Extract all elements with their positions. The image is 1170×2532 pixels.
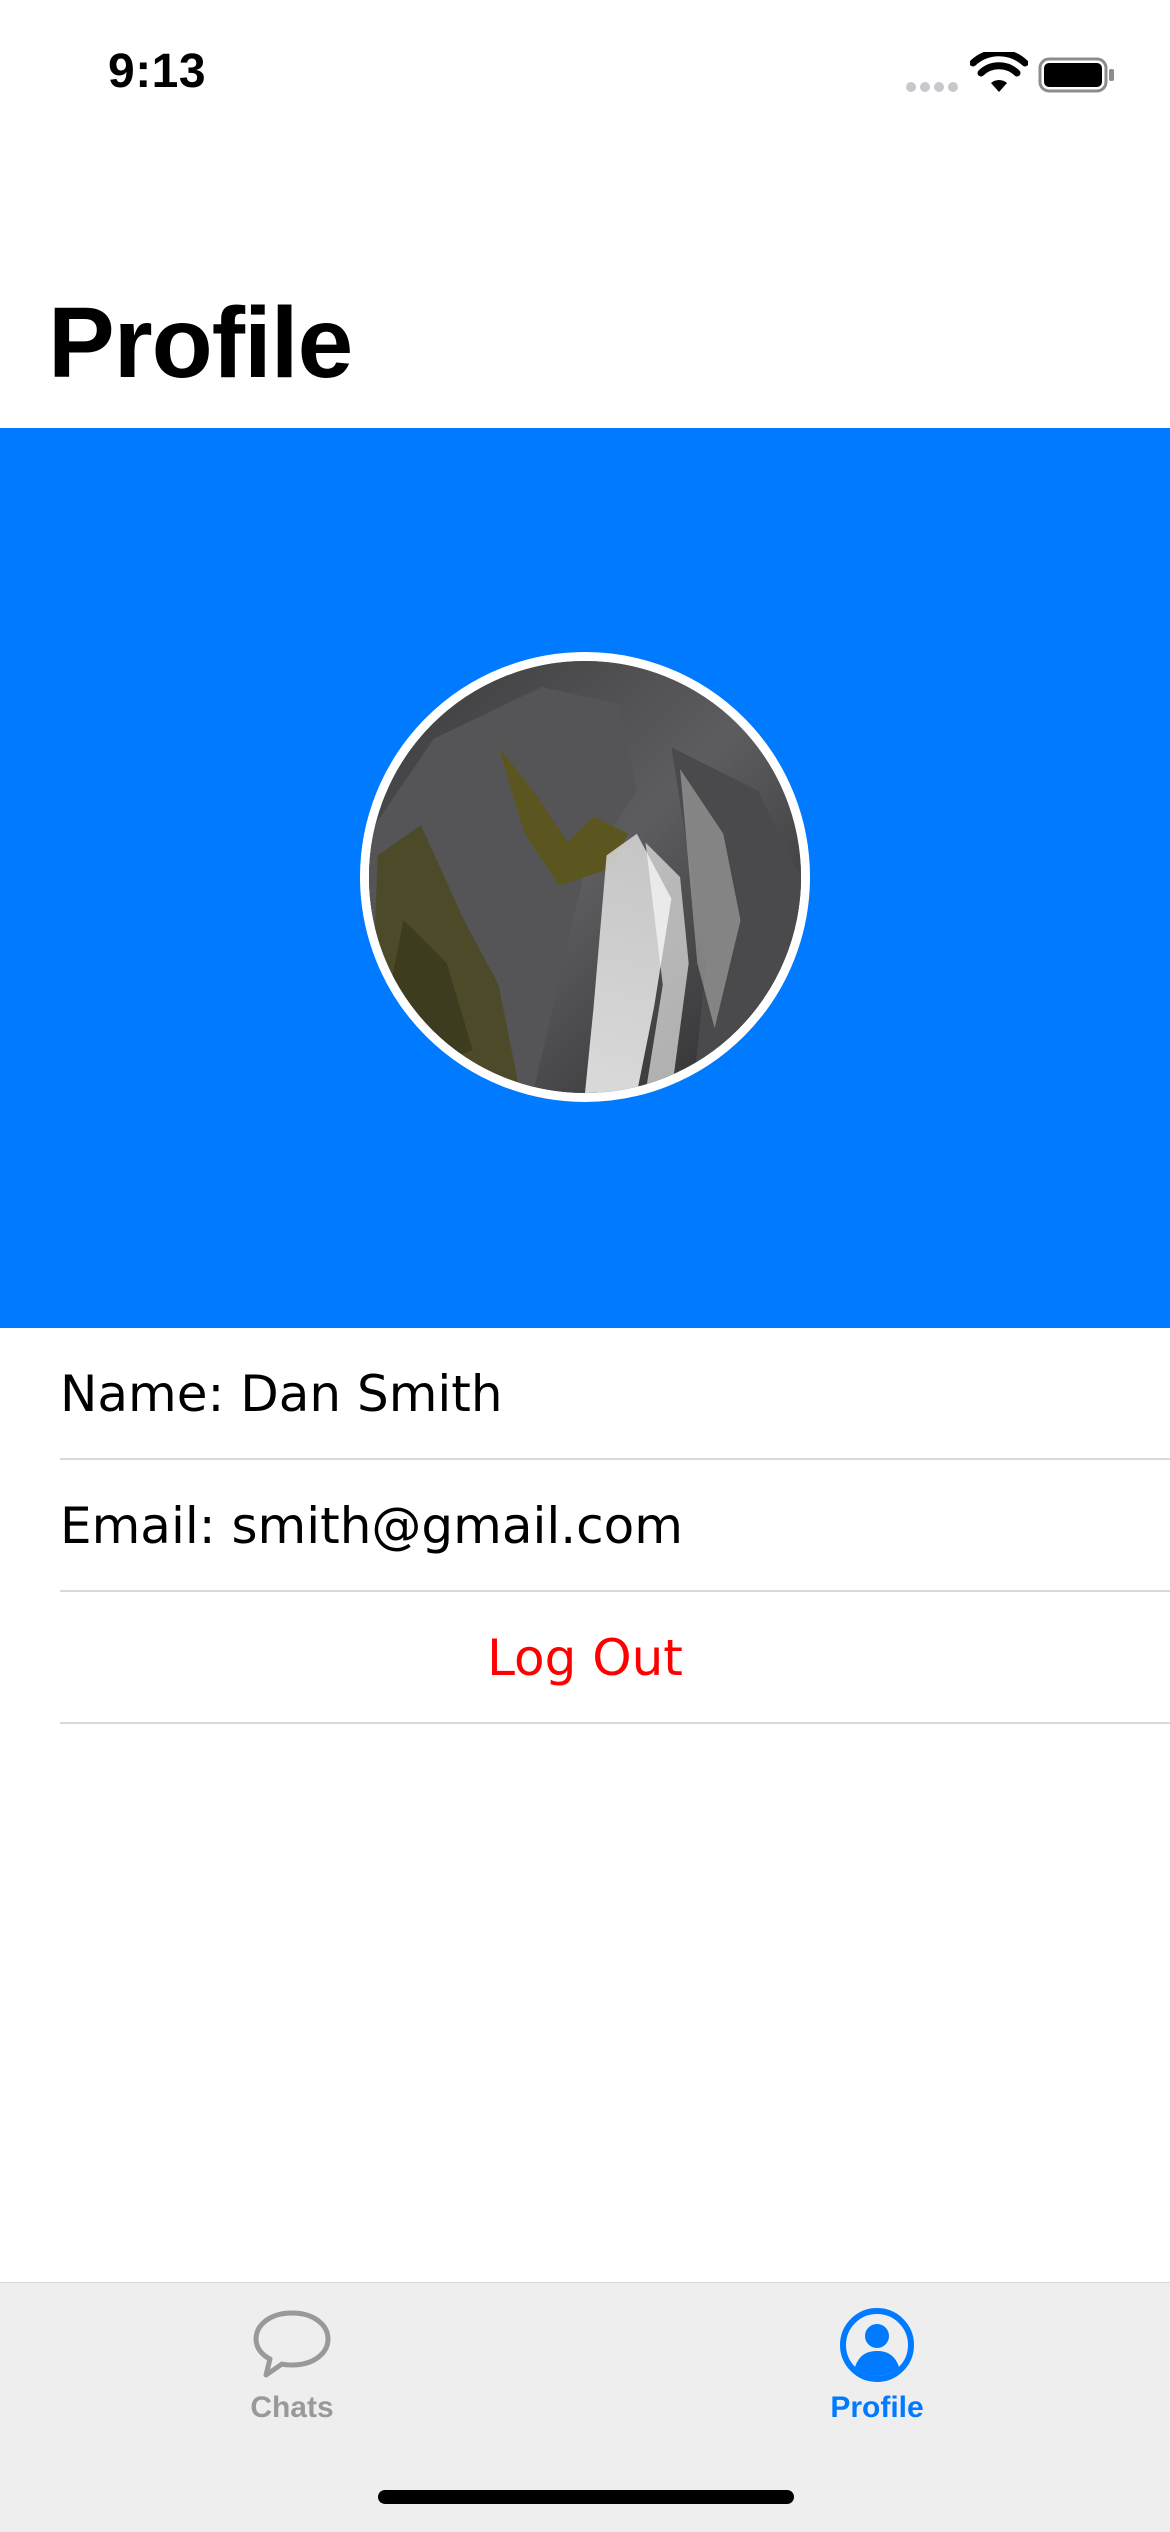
status-bar: 9:13 — [0, 0, 1170, 140]
home-indicator — [378, 2490, 794, 2504]
logout-label: Log Out — [487, 1629, 683, 1687]
status-time: 9:13 — [108, 45, 207, 98]
email-row: Email: smith@gmail.com — [0, 1460, 1170, 1592]
page-title: Profile — [48, 287, 353, 399]
tab-profile[interactable]: Profile — [727, 2303, 1027, 2433]
name-text: Name: Dan Smith — [60, 1365, 503, 1423]
logout-button[interactable]: Log Out — [0, 1592, 1170, 1724]
email-text: Email: smith@gmail.com — [60, 1497, 683, 1555]
chat-bubble-icon — [253, 2310, 331, 2378]
tab-chats-label: Chats — [250, 2391, 334, 2424]
profile-info-list: Name: Dan Smith Email: smith@gmail.com L… — [0, 1328, 1170, 1724]
tab-chats[interactable]: Chats — [142, 2303, 442, 2433]
tab-profile-label: Profile — [830, 2391, 924, 2424]
battery-icon — [1038, 57, 1114, 93]
profile-banner — [0, 428, 1170, 1328]
name-row: Name: Dan Smith — [0, 1328, 1170, 1460]
wifi-icon — [970, 52, 1028, 92]
avatar-photo — [369, 661, 801, 1093]
person-circle-icon — [840, 2308, 914, 2382]
cellular-signal-icon — [906, 82, 958, 92]
profile-screen: 9:13 Profile Name: Dan Smith Email: smit… — [0, 0, 1170, 2532]
avatar[interactable] — [360, 652, 810, 1102]
